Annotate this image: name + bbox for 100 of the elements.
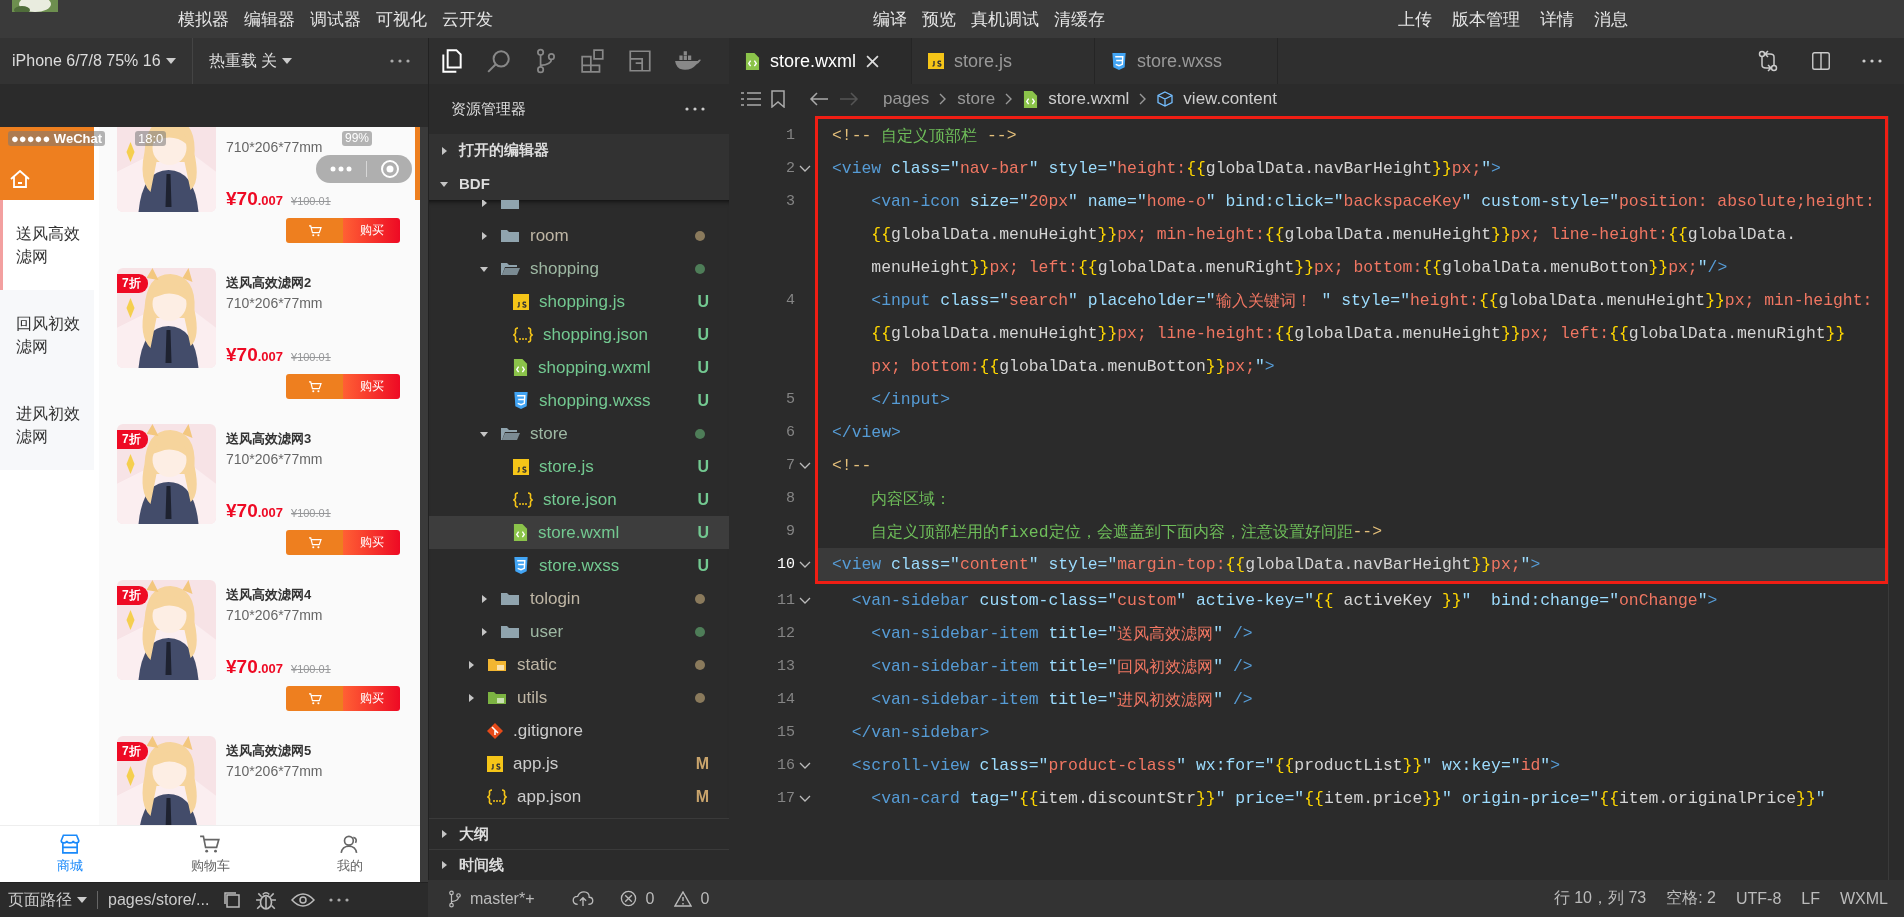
toolbar-button[interactable]: 预览 <box>922 7 956 31</box>
device-dropdown[interactable]: iPhone 6/7/8 75% 16 <box>12 52 176 70</box>
layout-icon[interactable] <box>627 48 653 74</box>
toolbar-button[interactable]: 详情 <box>1540 7 1574 31</box>
tab-item[interactable]: 购物车 <box>140 826 280 882</box>
eye-icon[interactable] <box>291 892 316 908</box>
caret-icon <box>77 897 87 903</box>
menu-item[interactable]: 模拟器 <box>178 7 229 31</box>
section-header[interactable]: 打开的编辑器 <box>429 134 729 167</box>
tree-item[interactable]: store.js U <box>429 450 729 483</box>
bug-icon[interactable] <box>255 889 278 911</box>
toolbar-button[interactable]: 清缓存 <box>1054 7 1105 31</box>
tree-item[interactable]: shopping.js U <box>429 285 729 318</box>
editor-tab[interactable]: store.wxss <box>1095 38 1278 84</box>
tree-item[interactable]: shopping <box>429 252 729 285</box>
sidebar-item[interactable]: 进风初效滤网 <box>0 380 94 470</box>
discount-tag: 7折 <box>117 742 148 761</box>
editor-tab[interactable]: store.wxml <box>729 38 912 84</box>
buy-button[interactable]: 购买 <box>343 686 400 711</box>
tree-item[interactable]: shopping.json U <box>429 318 729 351</box>
encoding[interactable]: UTF-8 <box>1736 889 1782 908</box>
tree-item[interactable]: room <box>429 219 729 252</box>
code-line: <van-sidebar-item title="回风初效滤网" /> <box>870 656 1254 679</box>
buy-button[interactable]: 购买 <box>343 374 400 399</box>
menu-item[interactable]: 调试器 <box>310 7 361 31</box>
language-mode[interactable]: WXML <box>1840 889 1888 908</box>
search-icon[interactable] <box>486 48 512 74</box>
tree-item[interactable]: store.wxss U <box>429 549 729 582</box>
extensions-icon[interactable] <box>580 48 606 74</box>
tree-item[interactable]: shopping.wxss U <box>429 384 729 417</box>
fold-chevron-icon[interactable] <box>799 560 811 569</box>
cloud-upload-icon[interactable] <box>572 890 595 907</box>
branch-icon[interactable] <box>448 889 462 908</box>
list-icon[interactable] <box>741 91 761 107</box>
compare-icon[interactable] <box>1756 49 1780 73</box>
fold-chevron-icon[interactable] <box>799 164 811 173</box>
buy-button[interactable]: 购买 <box>343 530 400 555</box>
breadcrumb-item[interactable]: store.wxml <box>1048 89 1130 109</box>
fold-chevron-icon[interactable] <box>799 794 811 803</box>
tree-item[interactable]: tologin <box>429 582 729 615</box>
warning-count[interactable]: 0 <box>700 889 710 908</box>
tree-item[interactable]: store <box>429 417 729 450</box>
price: ¥70.007 <box>226 188 283 210</box>
cube-icon <box>1157 91 1174 107</box>
more-icon[interactable] <box>329 898 350 902</box>
tab-item[interactable]: 我的 <box>280 826 420 882</box>
tree-item[interactable]: static <box>429 648 729 681</box>
buy-button[interactable]: 购买 <box>343 218 400 243</box>
more-icon[interactable] <box>390 59 410 63</box>
toolbar-button[interactable]: 上传 <box>1398 7 1432 31</box>
tab-item[interactable]: 商城 <box>0 826 140 882</box>
breadcrumb-item[interactable]: store <box>957 89 996 109</box>
back-arrow-icon[interactable] <box>809 91 829 107</box>
home-icon[interactable] <box>10 170 30 188</box>
product-title: 送风高效滤网4 <box>226 586 313 604</box>
toolbar-button[interactable]: 消息 <box>1594 7 1628 31</box>
line-ending[interactable]: LF <box>1801 889 1820 908</box>
original-price: ¥100.01 <box>291 507 331 519</box>
menu-item[interactable]: 编辑器 <box>244 7 295 31</box>
page-path-dropdown[interactable]: 页面路径 <box>8 889 87 911</box>
toolbar-button[interactable]: 真机调试 <box>971 7 1039 31</box>
bookmark-icon[interactable] <box>771 90 785 108</box>
breadcrumb-item[interactable]: view.content <box>1183 89 1277 109</box>
tree-item[interactable]: .gitignore <box>429 714 729 747</box>
json-file-icon <box>513 326 533 343</box>
files-icon[interactable] <box>439 48 465 74</box>
cursor-position[interactable]: 行 10，列 73 <box>1553 888 1647 909</box>
sidebar-item[interactable]: 回风初效滤网 <box>0 290 94 380</box>
wxml-file-icon <box>1023 90 1039 108</box>
tree-item[interactable]: store.json U <box>429 483 729 516</box>
code-line: <!-- 自定义顶部栏 --> <box>815 116 1888 152</box>
tree-item[interactable]: shopping.wxml U <box>429 351 729 384</box>
more-icon[interactable] <box>685 107 705 111</box>
tree-item[interactable]: app.json M <box>429 780 729 813</box>
breadcrumb-item[interactable]: pages <box>883 89 930 109</box>
scrollbar[interactable] <box>420 127 428 882</box>
fold-chevron-icon[interactable] <box>799 596 811 605</box>
editor-tab[interactable]: store.js <box>912 38 1095 84</box>
tree-item[interactable]: store.wxml U <box>429 516 729 549</box>
whale-icon[interactable] <box>674 50 702 72</box>
copy-icon[interactable] <box>223 891 242 909</box>
menu-item[interactable]: 云开发 <box>442 7 493 31</box>
fold-chevron-icon[interactable] <box>799 461 811 470</box>
menu-item[interactable]: 可视化 <box>376 7 427 31</box>
git-branch[interactable]: master*+ <box>470 889 535 908</box>
tree-item[interactable]: user <box>429 615 729 648</box>
tree-item[interactable]: utils <box>429 681 729 714</box>
toolbar-button[interactable]: 编译 <box>873 7 907 31</box>
tree-item[interactable]: app.js M <box>429 747 729 780</box>
fold-chevron-icon[interactable] <box>799 761 811 770</box>
chevron-icon <box>1139 93 1148 105</box>
price: ¥70.007 <box>226 344 283 366</box>
more-icon[interactable] <box>1862 59 1882 63</box>
hot-reload-dropdown[interactable]: 热重载 关 <box>208 50 292 72</box>
error-count[interactable]: 0 <box>645 889 655 908</box>
section-header[interactable]: BDF <box>429 167 729 200</box>
split-editor-icon[interactable] <box>1810 50 1832 72</box>
toolbar-button[interactable]: 版本管理 <box>1452 7 1520 31</box>
indent-setting[interactable]: 空格: 2 <box>1666 888 1716 909</box>
product-title: 送风高效滤网2 <box>226 274 313 292</box>
